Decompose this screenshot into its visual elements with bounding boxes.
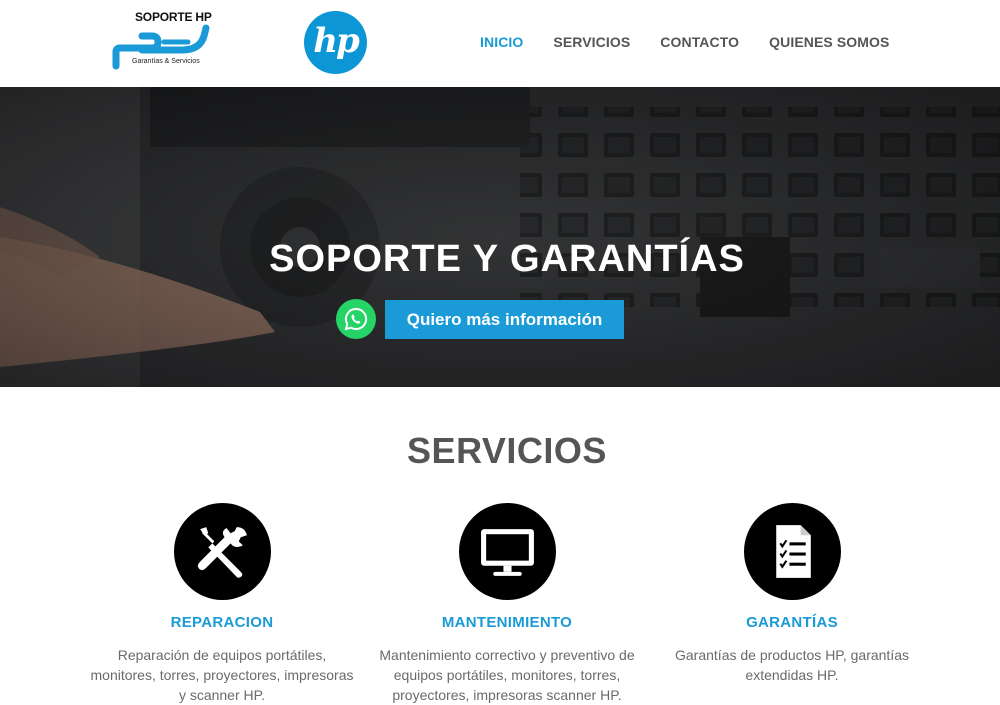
service-card-reparacion: REPARACION Reparación de equipos portáti… — [79, 503, 365, 705]
whatsapp-glyph-icon — [344, 307, 368, 331]
checklist-icon — [743, 503, 841, 600]
service-label-reparacion: REPARACION — [170, 614, 274, 631]
services-title: SERVICIOS — [407, 430, 607, 471]
nav-item-contacto[interactable]: CONTACTO — [660, 34, 739, 50]
monitor-icon — [458, 503, 556, 600]
hero-banner: SOPORTE Y GARANTÍAS Quiero más informaci… — [0, 87, 1000, 387]
motherboard-background-image — [0, 87, 1000, 387]
service-desc-reparacion: Reparación de equipos portátiles, monito… — [90, 647, 354, 703]
brand-logo[interactable]: SOPORTE HP Garantías & Servicios — [112, 10, 212, 74]
site-header: SOPORTE HP Garantías & Servicios hp INIC… — [0, 0, 1000, 87]
tools-icon — [173, 503, 271, 600]
service-card-garantias: GARANTÍAS Garantías de productos HP, gar… — [649, 503, 935, 685]
hp-logo[interactable]: hp — [304, 11, 367, 74]
hp-logo-text: hp — [313, 21, 360, 61]
whatsapp-icon[interactable] — [336, 299, 376, 339]
service-label-garantias: GARANTÍAS — [746, 614, 838, 631]
service-card-mantenimiento: MANTENIMIENTO Mantenimiento correctivo y… — [364, 503, 650, 705]
nav-item-quienes-somos[interactable]: QUIENES SOMOS — [769, 34, 889, 50]
nav-item-inicio[interactable]: INICIO — [480, 34, 523, 50]
nav-item-servicios[interactable]: SERVICIOS — [553, 34, 630, 50]
service-label-mantenimiento: MANTENIMIENTO — [441, 614, 573, 631]
service-desc-mantenimiento: Mantenimiento correctivo y preventivo de… — [379, 647, 635, 703]
brand-subtitle: Garantías & Servicios — [132, 58, 200, 65]
hero-title: SOPORTE Y GARANTÍAS — [269, 238, 745, 280]
more-info-button[interactable]: Quiero más información — [385, 300, 624, 339]
service-desc-garantias: Garantías de productos HP, garantías ext… — [675, 647, 909, 683]
main-nav: INICIO SERVICIOS CONTACTO QUIENES SOMOS — [480, 34, 889, 50]
